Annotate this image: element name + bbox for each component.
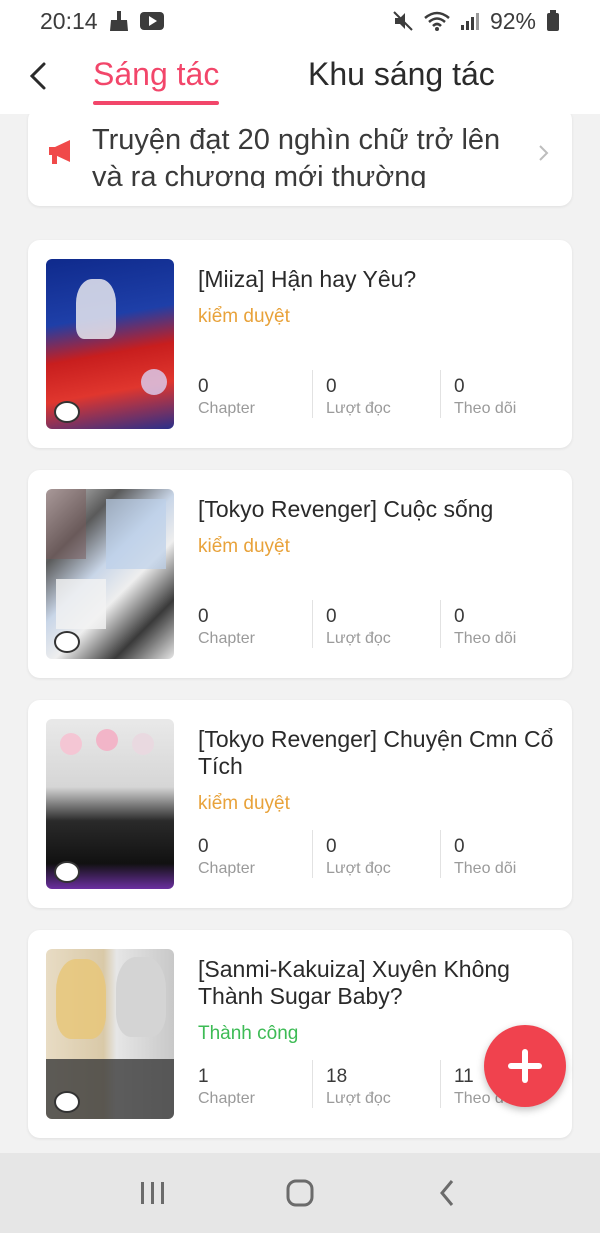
mute-icon	[392, 10, 414, 32]
read-label: Lượt đọc	[326, 1090, 391, 1107]
story-card[interactable]: [Tokyo Revenger] Chuyện Cmn Cổ Tích kiểm…	[28, 700, 572, 908]
recent-apps-button[interactable]	[123, 1163, 183, 1223]
youtube-icon	[139, 12, 164, 30]
story-card[interactable]: [Miiza] Hận hay Yêu? kiểm duyệt 0 Chapte…	[28, 240, 572, 448]
tab-khu-sang-tac[interactable]: Khu sáng tác	[308, 56, 495, 93]
follow-label: Theo dõi	[454, 630, 517, 647]
signal-icon	[460, 11, 480, 31]
recent-apps-icon	[141, 1182, 165, 1204]
battery-percent: 92%	[489, 7, 536, 34]
story-status: Thành công	[198, 1023, 299, 1044]
chapter-count: 0	[198, 606, 209, 627]
chapter-count: 0	[198, 376, 209, 397]
story-stats: 0 Chapter 0 Lượt đọc 0 Theo dõi	[198, 830, 568, 878]
status-bar: 20:14 92%	[0, 0, 600, 42]
story-status: kiểm duyệt	[198, 536, 290, 557]
content-area[interactable]: Truyện đạt 20 nghìn chữ trở lên và ra ch…	[0, 114, 600, 1154]
follow-label: Theo dõi	[454, 860, 517, 877]
status-time: 20:14	[40, 7, 98, 34]
chevron-left-icon	[439, 1180, 453, 1206]
chapter-count: 0	[198, 836, 209, 857]
divider	[312, 1060, 313, 1108]
follow-count: 0	[454, 606, 465, 627]
announcement-banner[interactable]: Truyện đạt 20 nghìn chữ trở lên và ra ch…	[28, 114, 572, 206]
read-count: 18	[326, 1066, 348, 1087]
divider	[312, 830, 313, 878]
divider	[440, 1060, 441, 1108]
back-button[interactable]	[22, 58, 54, 94]
home-button[interactable]	[270, 1163, 330, 1223]
comment-bubble-icon	[54, 1091, 80, 1113]
top-nav: Sáng tác Khu sáng tác	[0, 42, 600, 114]
plus-icon	[508, 1049, 542, 1083]
battery-icon	[546, 10, 560, 32]
chevron-right-icon	[538, 144, 550, 167]
chapter-label: Chapter	[198, 1090, 255, 1107]
divider	[440, 830, 441, 878]
story-stats: 0 Chapter 0 Lượt đọc 0 Theo dõi	[198, 370, 568, 418]
system-nav-bar	[0, 1153, 600, 1233]
chapter-label: Chapter	[198, 860, 255, 877]
read-label: Lượt đọc	[326, 630, 391, 647]
story-stats: 0 Chapter 0 Lượt đọc 0 Theo dõi	[198, 600, 568, 648]
story-card[interactable]: [Sanmi-Kakuiza] Xuyên Không Thành Sugar …	[28, 930, 572, 1138]
divider	[440, 600, 441, 648]
story-title: [Sanmi-Kakuiza] Xuyên Không Thành Sugar …	[198, 956, 510, 1009]
divider	[440, 370, 441, 418]
chapter-label: Chapter	[198, 630, 255, 647]
comment-bubble-icon	[54, 861, 80, 883]
story-cover-image	[46, 949, 174, 1119]
announcement-text: Truyện đạt 20 nghìn chữ trở lên và ra ch…	[92, 124, 501, 188]
story-status: kiểm duyệt	[198, 306, 290, 327]
read-count: 0	[326, 606, 337, 627]
divider	[312, 600, 313, 648]
follow-count: 0	[454, 836, 465, 857]
system-back-button[interactable]	[417, 1163, 477, 1223]
comment-bubble-icon	[54, 401, 80, 423]
back-arrow-icon	[29, 62, 46, 90]
story-status: kiểm duyệt	[198, 793, 290, 814]
read-count: 0	[326, 836, 337, 857]
read-label: Lượt đọc	[326, 400, 391, 417]
follow-label: Theo dõi	[454, 400, 517, 417]
megaphone-icon	[46, 138, 76, 171]
story-title: [Tokyo Revenger] Chuyện Cmn Cổ Tích	[198, 726, 554, 779]
add-story-button[interactable]	[484, 1025, 566, 1107]
story-cover-image	[46, 259, 174, 429]
story-title: [Tokyo Revenger] Cuộc sống	[198, 496, 494, 522]
read-label: Lượt đọc	[326, 860, 391, 877]
chapter-count: 1	[198, 1066, 209, 1087]
story-card[interactable]: [Tokyo Revenger] Cuộc sống kiểm duyệt 0 …	[28, 470, 572, 678]
read-count: 0	[326, 376, 337, 397]
story-cover-image	[46, 489, 174, 659]
story-title: [Miiza] Hận hay Yêu?	[198, 266, 417, 292]
story-cover-image	[46, 719, 174, 889]
tab-sang-tac[interactable]: Sáng tác	[93, 56, 220, 105]
chapter-label: Chapter	[198, 400, 255, 417]
broom-icon	[108, 10, 130, 32]
home-icon	[286, 1179, 314, 1207]
divider	[312, 370, 313, 418]
follow-count: 0	[454, 376, 465, 397]
comment-bubble-icon	[54, 631, 80, 653]
wifi-icon	[424, 10, 450, 32]
